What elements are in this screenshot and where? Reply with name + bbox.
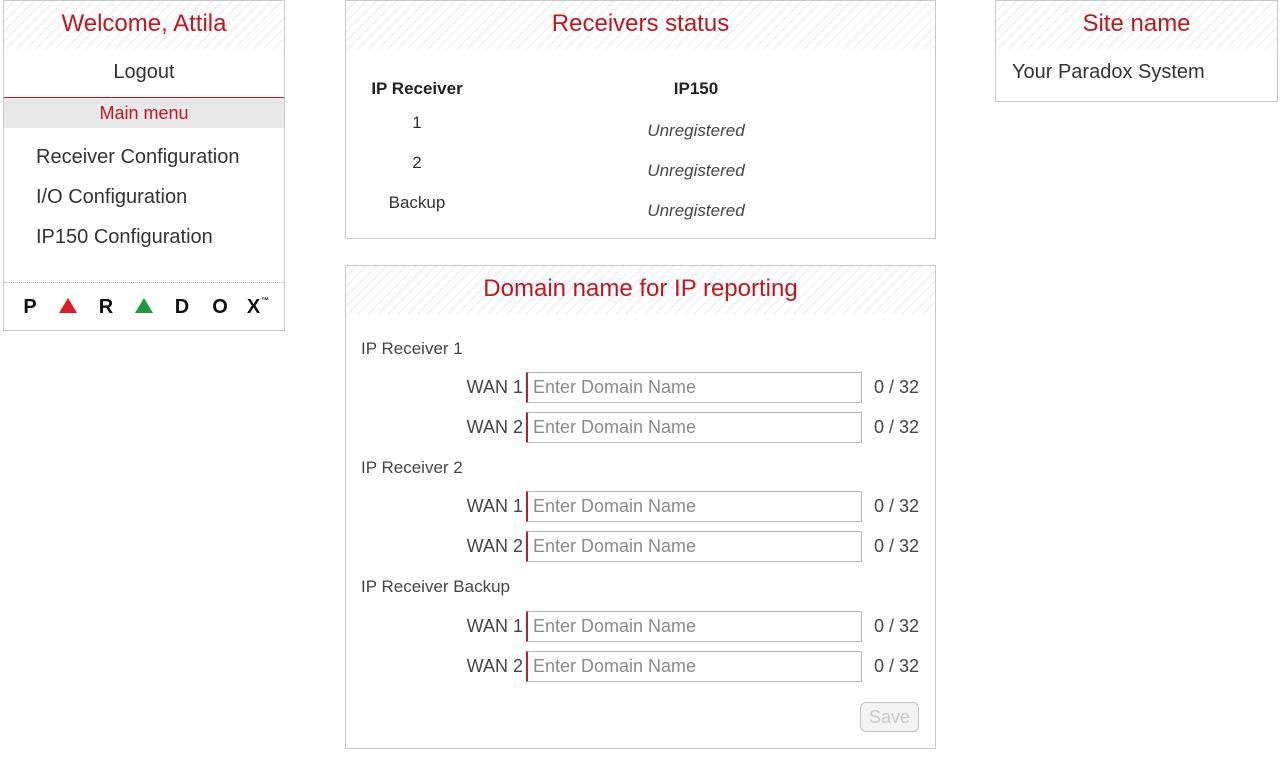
column-header-ip-receiver: IP Receiver [371, 79, 463, 98]
wan-label: WAN 2 [466, 536, 523, 556]
wan-row: WAN 1 0 / 32 [346, 491, 935, 523]
save-button[interactable]: Save [860, 702, 919, 732]
site-name-title: Site name [996, 1, 1277, 49]
logo-letter-x: X™ [246, 295, 270, 318]
character-count: 0 / 32 [874, 377, 920, 397]
welcome-title: Welcome, Attila [4, 1, 284, 49]
wan-row: WAN 1 0 / 32 [346, 372, 935, 404]
site-name-value: Your Paradox System [1012, 61, 1205, 83]
section-label-ip-receiver-2: IP Receiver 2 [361, 458, 463, 477]
trademark: ™ [261, 295, 270, 305]
section-label-ip-receiver-1: IP Receiver 1 [361, 339, 463, 358]
section-label-ip-receiver-backup: IP Receiver Backup [361, 577, 510, 596]
menu-item-ip150-configuration[interactable]: IP150 Configuration [4, 222, 284, 262]
receiver2-wan1-domain-input[interactable] [526, 491, 862, 522]
logo-letter: O [212, 295, 228, 318]
site-name-panel: Site name Your Paradox System [995, 0, 1278, 102]
logo-letter: P [23, 295, 37, 318]
receiver-cell: 2 [412, 153, 422, 172]
table-row: Backup Unregistered [346, 193, 935, 220]
backup-wan1-domain-input[interactable] [526, 611, 862, 642]
menu-item-io-configuration[interactable]: I/O Configuration [4, 182, 284, 222]
table-header-row: IP Receiver IP150 [346, 79, 935, 103]
ip150-status-cell: Unregistered [647, 161, 745, 180]
logo-green-triangle-icon [125, 296, 163, 319]
wan-label: WAN 1 [466, 496, 523, 516]
receiver1-wan2-domain-input[interactable] [526, 412, 862, 443]
receiver2-wan2-domain-input[interactable] [526, 531, 862, 562]
domain-name-title: Domain name for IP reporting [346, 266, 935, 314]
menu-item-receiver-configuration[interactable]: Receiver Configuration [4, 142, 284, 182]
menu-list: Receiver Configuration I/O Configuration… [4, 128, 284, 283]
table-row: 1 Unregistered [346, 113, 935, 140]
ip150-status-cell: Unregistered [647, 121, 745, 140]
character-count: 0 / 32 [874, 616, 920, 636]
receiver-cell: 1 [412, 113, 422, 132]
receiver-cell: Backup [388, 193, 446, 212]
paradox-logo: P R D O X™ [4, 283, 284, 331]
character-count: 0 / 32 [874, 496, 920, 516]
receivers-status-panel: Receivers status IP Receiver IP150 1 Unr… [345, 0, 936, 239]
character-count: 0 / 32 [874, 417, 920, 437]
domain-name-panel: Domain name for IP reporting IP Receiver… [345, 265, 936, 749]
wan-row: WAN 2 0 / 32 [346, 651, 935, 683]
wan-label: WAN 1 [466, 377, 523, 397]
ip150-status-cell: Unregistered [647, 201, 745, 220]
wan-label: WAN 2 [466, 656, 523, 676]
backup-wan2-domain-input[interactable] [526, 651, 862, 682]
character-count: 0 / 32 [874, 656, 920, 676]
wan-row: WAN 2 0 / 32 [346, 412, 935, 444]
logo-red-triangle-icon [49, 296, 87, 319]
receivers-status-title: Receivers status [346, 1, 935, 49]
column-header-ip150: IP150 [673, 79, 719, 98]
receiver1-wan1-domain-input[interactable] [526, 372, 862, 403]
table-row: 2 Unregistered [346, 153, 935, 180]
logo-letter: R [98, 295, 114, 318]
wan-label: WAN 1 [466, 616, 523, 636]
logo-letter: D [174, 295, 190, 318]
wan-row: WAN 1 0 / 32 [346, 611, 935, 643]
main-menu-header: Main menu [4, 98, 284, 128]
logout-link[interactable]: Logout [4, 49, 284, 98]
main-menu-panel: Welcome, Attila Logout Main menu Receive… [3, 0, 285, 331]
wan-row: WAN 2 0 / 32 [346, 531, 935, 563]
wan-label: WAN 2 [466, 417, 523, 437]
character-count: 0 / 32 [874, 536, 920, 556]
